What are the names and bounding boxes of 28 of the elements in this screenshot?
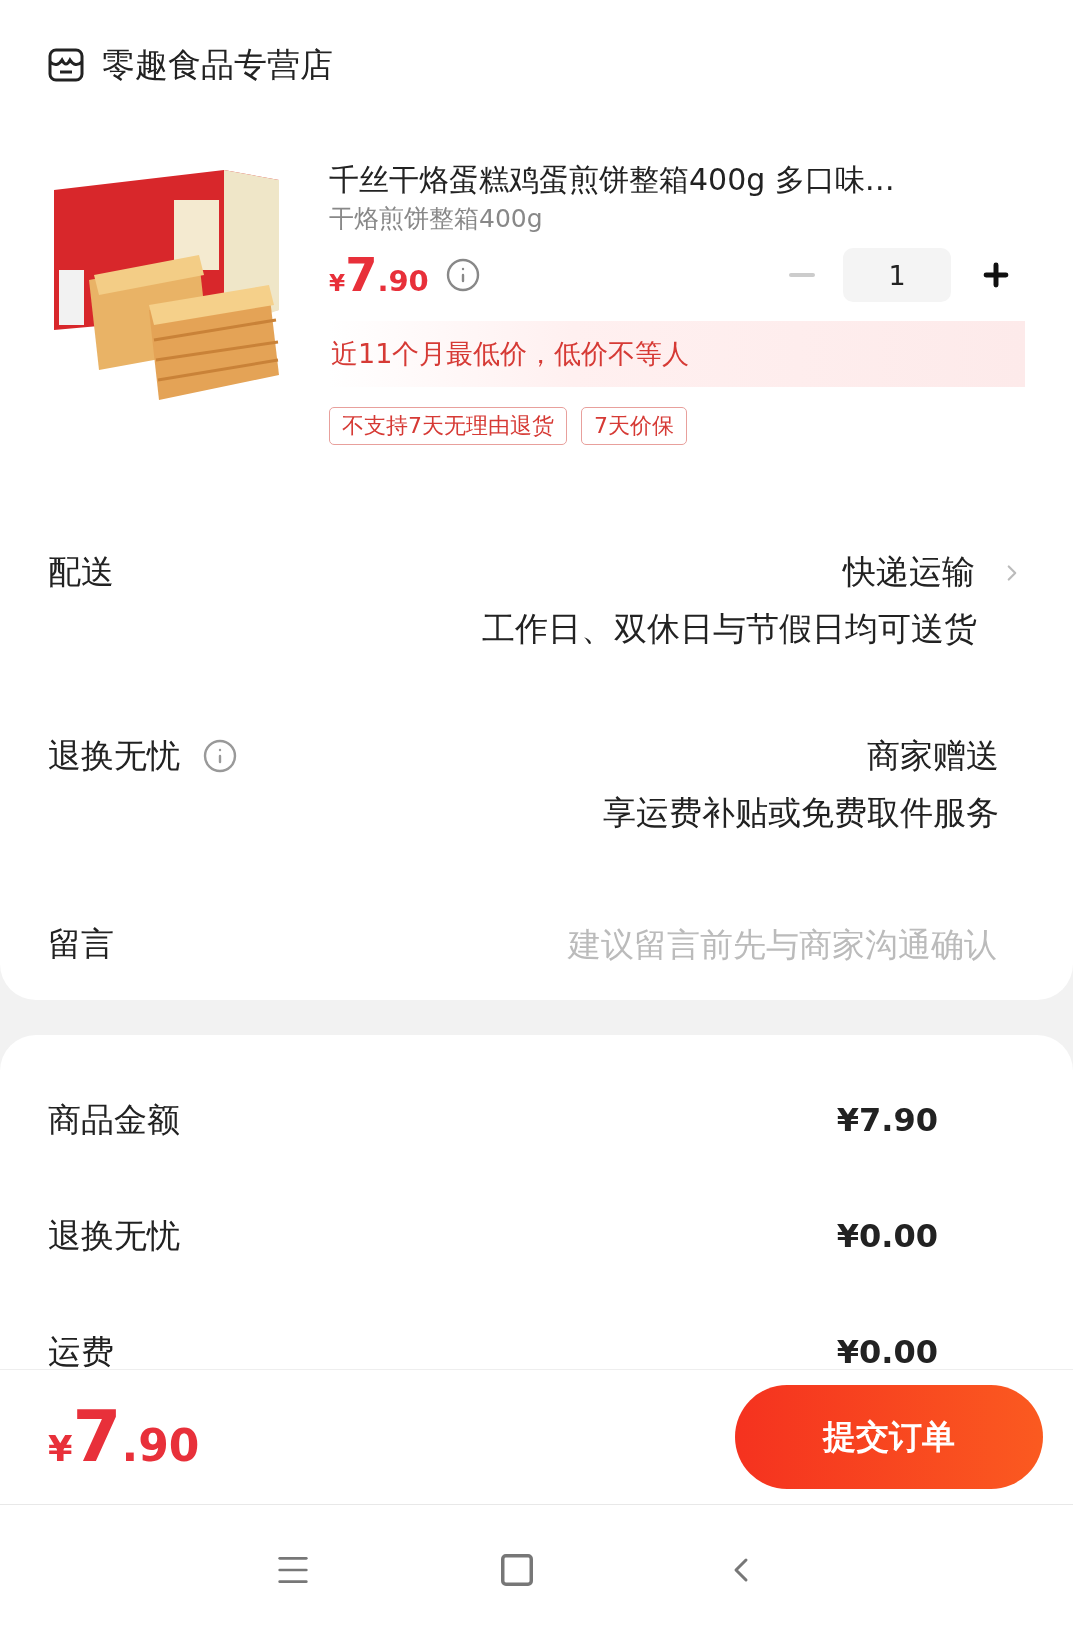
summary-label: 运费 — [48, 1330, 114, 1369]
store-name[interactable]: 零趣食品专营店 — [102, 42, 333, 88]
quantity-field[interactable]: 1 — [843, 248, 951, 302]
minus-icon — [789, 273, 815, 277]
summary-label: 商品金额 — [48, 1098, 180, 1141]
submit-order-button[interactable]: 提交订单 — [735, 1385, 1043, 1489]
info-icon[interactable] — [202, 738, 238, 774]
product-variant: 干烙煎饼整箱400g — [329, 203, 544, 235]
option-value[interactable]: 快递运输 — [843, 550, 975, 595]
product-title: 千丝干烙蛋糕鸡蛋煎饼整箱400g 多口味… — [329, 161, 896, 199]
store-icon — [48, 48, 84, 82]
price: ¥7.90 — [48, 1396, 200, 1478]
info-icon[interactable] — [444, 257, 481, 293]
summary-amount: ¥7.90 — [836, 1101, 938, 1139]
option-label: 退换无忧 — [48, 734, 180, 777]
price: ¥7.90 — [329, 248, 429, 302]
summary-amount: ¥0.00 — [836, 1217, 938, 1255]
option-label: 配送 — [48, 550, 114, 593]
service-tag: 不支持7天无理由退货 — [329, 407, 567, 445]
summary-label: 退换无忧 — [48, 1214, 180, 1257]
message-label: 留言 — [48, 922, 114, 965]
option-note: 享运费补贴或免费取件服务 — [603, 792, 999, 834]
service-tag: 7天价保 — [581, 407, 687, 445]
price-banner: 近11个月最低价，低价不等人 — [329, 321, 1025, 387]
message-field[interactable]: 建议留言前先与商家沟通确认 — [475, 922, 999, 966]
summary-amount: ¥0.00 — [836, 1333, 938, 1369]
option-note: 工作日、双休日与节假日均可送货 — [482, 608, 977, 650]
option-value[interactable]: 商家赠送 — [867, 734, 999, 779]
